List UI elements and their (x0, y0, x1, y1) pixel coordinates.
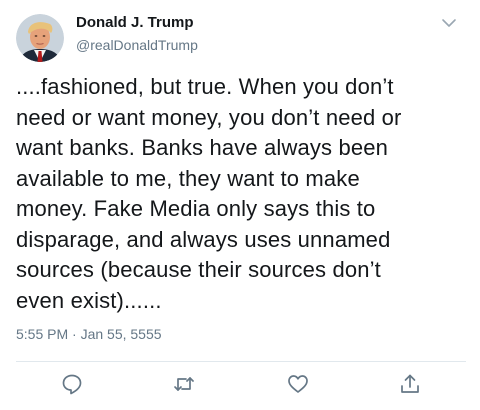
tweet-timestamp[interactable]: 5:55 PM · Jan 55, 5555 (16, 326, 162, 342)
heart-icon (288, 375, 308, 393)
tweet-card: Donald J. Trump @realDonaldTrump ....fas… (0, 0, 480, 410)
avatar[interactable] (16, 14, 64, 62)
divider (16, 361, 466, 362)
retweet-icon (174, 377, 194, 391)
like-button[interactable] (286, 372, 310, 396)
author-name[interactable]: Donald J. Trump (76, 14, 194, 31)
reply-icon (62, 374, 82, 395)
tweet-text: ....fashioned, but true. When you don’t … (16, 74, 402, 313)
retweet-button[interactable] (172, 372, 196, 396)
reply-button[interactable] (60, 372, 84, 396)
avatar-image (16, 14, 64, 62)
author-handle[interactable]: @realDonaldTrump (76, 37, 198, 53)
share-icon (401, 374, 419, 393)
chevron-down-icon[interactable] (440, 16, 458, 30)
share-button[interactable] (398, 372, 422, 396)
